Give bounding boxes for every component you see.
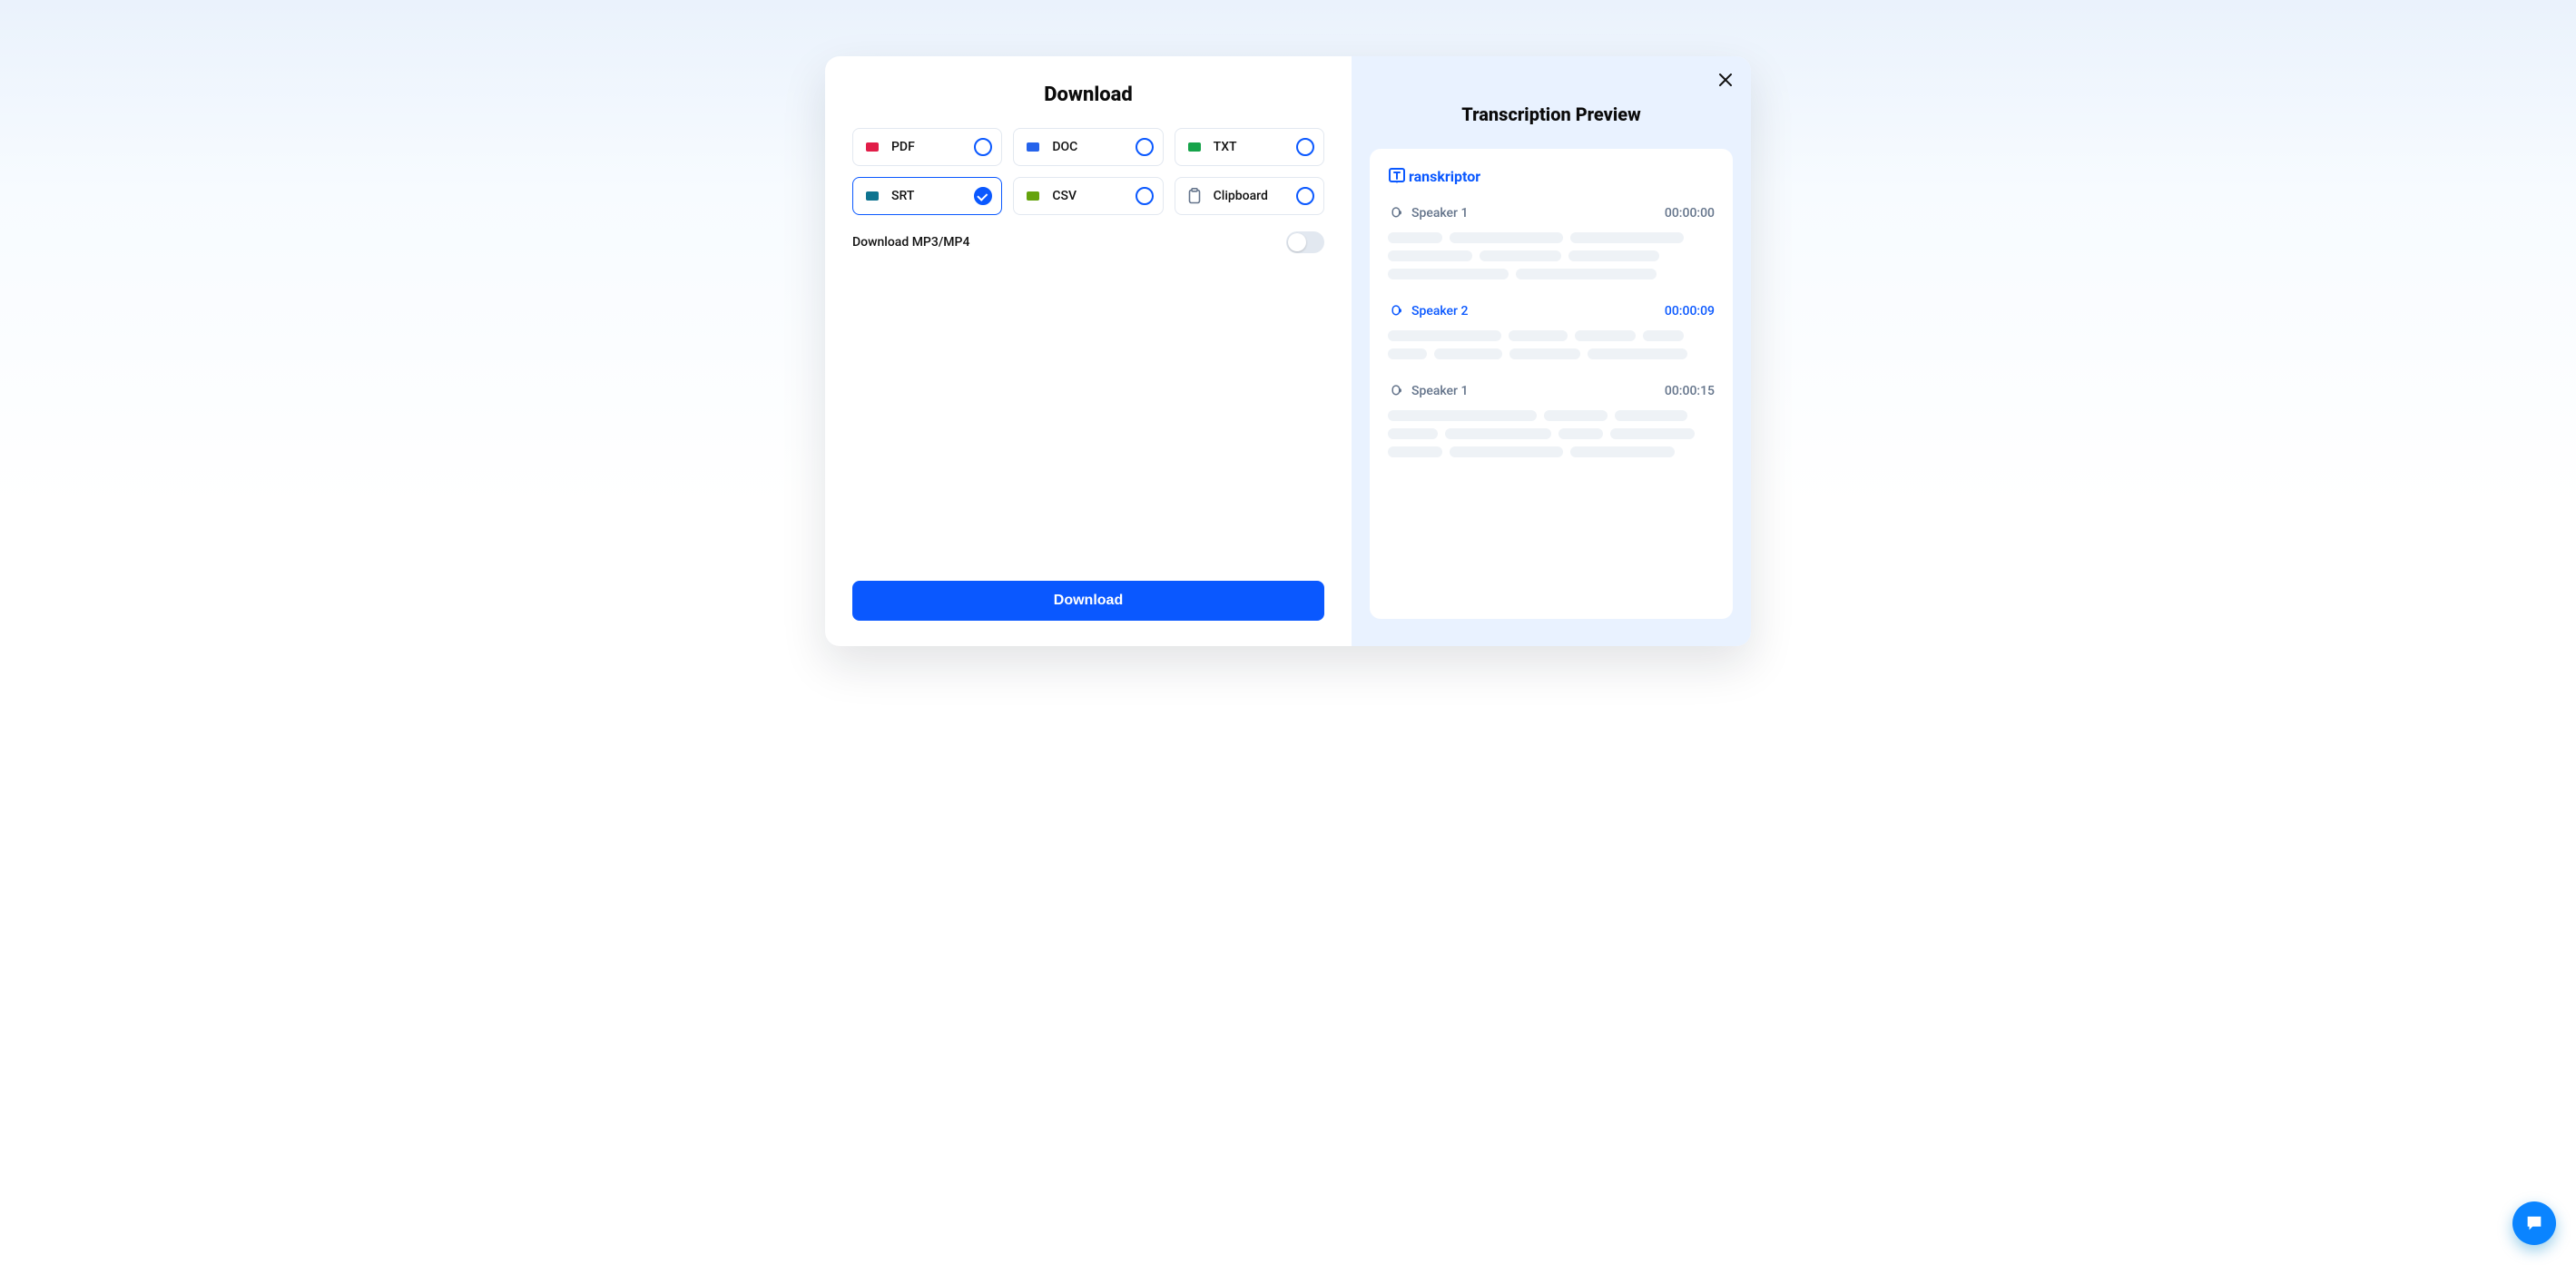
radio-unchecked-icon — [1296, 187, 1314, 205]
segment-timestamp: 00:00:09 — [1665, 304, 1715, 319]
format-label: CSV — [1052, 189, 1077, 203]
placeholder-row — [1388, 348, 1715, 359]
format-label: TXT — [1214, 140, 1237, 154]
preview-segments: Speaker 100:00:00Speaker 200:00:09Speake… — [1388, 205, 1715, 457]
txt-icon — [1185, 137, 1204, 157]
clipboard-icon — [1185, 186, 1204, 206]
radio-unchecked-icon — [1296, 138, 1314, 156]
brand-icon — [1388, 167, 1406, 185]
placeholder-bar — [1643, 330, 1684, 341]
brand-text: ranskriptor — [1409, 168, 1480, 185]
radio-unchecked-icon — [1136, 187, 1154, 205]
download-mp3-row: Download MP3/MP4 — [852, 231, 1324, 253]
format-option-txt[interactable]: TXT — [1175, 128, 1324, 166]
preview-segment: Speaker 1 00:00:15 — [1388, 383, 1715, 457]
preview-segment: Speaker 2 00:00:09 — [1388, 303, 1715, 359]
placeholder-bar — [1570, 446, 1675, 457]
speaker-name: Speaker 1 — [1411, 384, 1468, 398]
close-button[interactable] — [1716, 71, 1736, 91]
placeholder-row — [1388, 269, 1715, 279]
radio-unchecked-icon — [974, 138, 992, 156]
format-label: DOC — [1052, 140, 1077, 154]
format-option-doc[interactable]: DOC — [1013, 128, 1163, 166]
download-dialog: Download PDF DOC — [825, 56, 1751, 646]
format-option-csv[interactable]: CSV — [1013, 177, 1163, 215]
placeholder-bar — [1434, 348, 1502, 359]
chat-fab[interactable] — [2512, 1201, 2556, 1245]
doc-icon — [1023, 137, 1043, 157]
download-title: Download — [852, 83, 1324, 106]
segment-timestamp: 00:00:00 — [1665, 206, 1715, 221]
placeholder-row — [1388, 446, 1715, 457]
placeholder-bar — [1615, 410, 1687, 421]
placeholder-row — [1388, 250, 1715, 261]
placeholder-bar — [1575, 330, 1636, 341]
placeholder-bar — [1388, 250, 1472, 261]
segment-timestamp: 00:00:15 — [1665, 384, 1715, 398]
placeholder-bar — [1388, 410, 1537, 421]
placeholder-bar — [1388, 428, 1438, 439]
placeholder-bar — [1568, 250, 1659, 261]
placeholder-row — [1388, 428, 1715, 439]
speaker-icon — [1388, 303, 1404, 319]
brand-logo: ranskriptor — [1388, 167, 1715, 185]
placeholder-bar — [1610, 428, 1695, 439]
placeholder-bar — [1445, 428, 1551, 439]
placeholder-bar — [1588, 348, 1687, 359]
placeholder-bar — [1388, 232, 1442, 243]
radio-checked-icon — [974, 187, 992, 205]
format-option-pdf[interactable]: PDF — [852, 128, 1002, 166]
chat-icon — [2524, 1213, 2544, 1233]
segment-lines — [1388, 410, 1715, 457]
format-grid: PDF DOC TXT — [852, 128, 1324, 215]
preview-pane: Transcription Preview ranskriptor Speake… — [1352, 56, 1751, 646]
download-button[interactable]: Download — [852, 581, 1324, 621]
csv-icon — [1023, 186, 1043, 206]
placeholder-bar — [1516, 269, 1657, 279]
srt-icon — [862, 186, 882, 206]
preview-title: Transcription Preview — [1370, 103, 1733, 125]
placeholder-bar — [1450, 232, 1563, 243]
placeholder-row — [1388, 410, 1715, 421]
segment-lines — [1388, 232, 1715, 279]
download-mp3-toggle[interactable] — [1286, 231, 1324, 253]
speaker-icon — [1388, 383, 1404, 399]
speaker-name: Speaker 2 — [1411, 304, 1468, 319]
format-label: Clipboard — [1214, 189, 1268, 203]
placeholder-bar — [1544, 410, 1608, 421]
placeholder-row — [1388, 330, 1715, 341]
segment-header: Speaker 1 00:00:00 — [1388, 205, 1715, 221]
speaker-name: Speaker 1 — [1411, 206, 1468, 221]
format-option-srt[interactable]: SRT — [852, 177, 1002, 215]
placeholder-bar — [1388, 269, 1509, 279]
pdf-icon — [862, 137, 882, 157]
placeholder-row — [1388, 232, 1715, 243]
placeholder-bar — [1480, 250, 1561, 261]
preview-card: ranskriptor Speaker 1 00:00:00 Speaker 2 00… — [1370, 149, 1733, 619]
placeholder-bar — [1388, 348, 1427, 359]
placeholder-bar — [1388, 330, 1501, 341]
preview-segment: Speaker 1 00:00:00 — [1388, 205, 1715, 279]
format-option-clipboard[interactable]: Clipboard — [1175, 177, 1324, 215]
placeholder-bar — [1509, 330, 1568, 341]
placeholder-bar — [1558, 428, 1603, 439]
placeholder-bar — [1388, 446, 1442, 457]
placeholder-bar — [1509, 348, 1580, 359]
format-label: PDF — [891, 140, 915, 154]
segment-header: Speaker 1 00:00:15 — [1388, 383, 1715, 399]
placeholder-bar — [1450, 446, 1563, 457]
download-pane: Download PDF DOC — [825, 56, 1352, 646]
placeholder-bar — [1570, 232, 1684, 243]
speaker-icon — [1388, 205, 1404, 221]
download-mp3-label: Download MP3/MP4 — [852, 235, 969, 250]
close-icon — [1716, 71, 1735, 89]
segment-lines — [1388, 330, 1715, 359]
radio-unchecked-icon — [1136, 138, 1154, 156]
format-label: SRT — [891, 189, 914, 203]
segment-header: Speaker 2 00:00:09 — [1388, 303, 1715, 319]
